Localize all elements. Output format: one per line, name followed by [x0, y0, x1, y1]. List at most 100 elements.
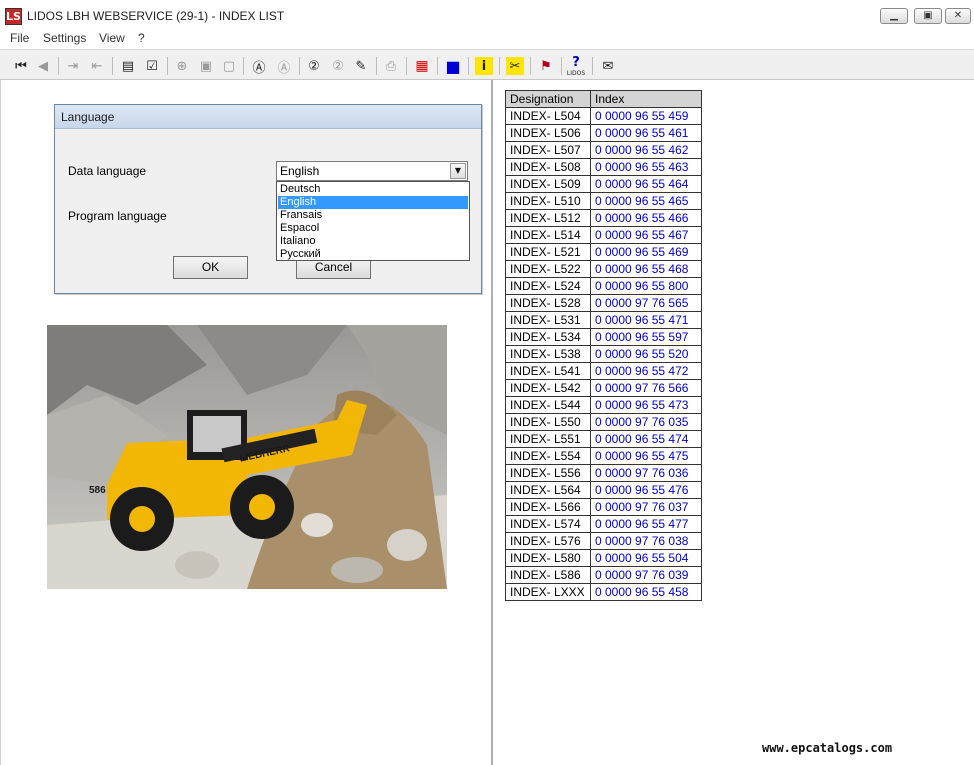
- menu-view[interactable]: View: [99, 31, 125, 45]
- ok-button[interactable]: OK: [173, 256, 248, 279]
- index-link[interactable]: 0 0000 97 76 566: [590, 379, 702, 397]
- find-next-icon[interactable]: Ⓐ: [275, 57, 293, 76]
- table-row[interactable]: INDEX- L522 0 0000 96 55 468: [505, 260, 702, 278]
- menu-settings[interactable]: Settings: [43, 31, 86, 45]
- tools-icon[interactable]: ✂: [506, 57, 524, 75]
- mail-icon[interactable]: ✉: [599, 57, 617, 75]
- index-link[interactable]: 0 0000 96 55 463: [590, 158, 702, 176]
- table-row[interactable]: INDEX- L544 0 0000 96 55 473: [505, 396, 702, 414]
- table-row[interactable]: INDEX- L512 0 0000 96 55 466: [505, 209, 702, 227]
- table-row[interactable]: INDEX- L541 0 0000 96 55 472: [505, 362, 702, 380]
- table-row[interactable]: INDEX- L521 0 0000 96 55 469: [505, 243, 702, 261]
- table-row[interactable]: INDEX- L550 0 0000 97 76 035: [505, 413, 702, 431]
- designation-cell: INDEX- L509: [505, 175, 591, 193]
- export-icon[interactable]: ⇥: [64, 57, 82, 75]
- column-header-designation: Designation: [505, 90, 591, 108]
- index-link[interactable]: 0 0000 96 55 471: [590, 311, 702, 329]
- first-page-icon[interactable]: ⏮: [12, 57, 30, 75]
- language-option-russian[interactable]: Русский: [278, 248, 468, 261]
- table-row[interactable]: INDEX- L566 0 0000 97 76 037: [505, 498, 702, 516]
- index-link[interactable]: 0 0000 96 55 461: [590, 124, 702, 142]
- index-link[interactable]: 0 0000 97 76 565: [590, 294, 702, 312]
- table-row[interactable]: INDEX- LXXX 0 0000 96 55 458: [505, 583, 702, 601]
- grid-icon[interactable]: ▦: [413, 57, 431, 75]
- maximize-button[interactable]: ▣: [914, 8, 942, 24]
- table-row[interactable]: INDEX- L542 0 0000 97 76 566: [505, 379, 702, 397]
- cart-icon[interactable]: ▤: [119, 57, 137, 75]
- goto-alt-icon[interactable]: ②: [329, 57, 347, 75]
- index-link[interactable]: 0 0000 96 55 474: [590, 430, 702, 448]
- index-link[interactable]: 0 0000 96 55 466: [590, 209, 702, 227]
- language-option-espacol[interactable]: Espacol: [278, 222, 468, 235]
- index-link[interactable]: 0 0000 96 55 504: [590, 549, 702, 567]
- index-link[interactable]: 0 0000 97 76 036: [590, 464, 702, 482]
- table-row[interactable]: INDEX- L580 0 0000 96 55 504: [505, 549, 702, 567]
- table-row[interactable]: INDEX- L554 0 0000 96 55 475: [505, 447, 702, 465]
- menu-help[interactable]: ?: [138, 31, 145, 45]
- table-row[interactable]: INDEX- L510 0 0000 96 55 465: [505, 192, 702, 210]
- table-row[interactable]: INDEX- L551 0 0000 96 55 474: [505, 430, 702, 448]
- index-link[interactable]: 0 0000 97 76 035: [590, 413, 702, 431]
- find-a-icon[interactable]: Ⓐ: [250, 57, 268, 76]
- index-link[interactable]: 0 0000 96 55 469: [590, 243, 702, 261]
- table-row[interactable]: INDEX- L576 0 0000 97 76 038: [505, 532, 702, 550]
- index-link[interactable]: 0 0000 96 55 472: [590, 362, 702, 380]
- index-link[interactable]: 0 0000 96 55 465: [590, 192, 702, 210]
- table-row[interactable]: INDEX- L508 0 0000 96 55 463: [505, 158, 702, 176]
- table-row[interactable]: INDEX- L538 0 0000 96 55 520: [505, 345, 702, 363]
- table-row[interactable]: INDEX- L556 0 0000 97 76 036: [505, 464, 702, 482]
- index-link[interactable]: 0 0000 96 55 477: [590, 515, 702, 533]
- index-link[interactable]: 0 0000 96 55 476: [590, 481, 702, 499]
- language-option-fransais[interactable]: Fransais: [278, 209, 468, 222]
- index-link[interactable]: 0 0000 96 55 473: [590, 396, 702, 414]
- table-row[interactable]: INDEX- L507 0 0000 96 55 462: [505, 141, 702, 159]
- minimize-button[interactable]: ▁: [880, 8, 908, 24]
- table-row[interactable]: INDEX- L531 0 0000 96 55 471: [505, 311, 702, 329]
- index-link[interactable]: 0 0000 97 76 039: [590, 566, 702, 584]
- language-option-deutsch[interactable]: Deutsch: [278, 183, 468, 196]
- language-option-italiano[interactable]: Italiano: [278, 235, 468, 248]
- table-row[interactable]: INDEX- L534 0 0000 96 55 597: [505, 328, 702, 346]
- zoom-in-icon[interactable]: ⊕: [173, 57, 191, 75]
- index-link[interactable]: 0 0000 96 55 459: [590, 107, 702, 125]
- menu-file[interactable]: File: [10, 31, 29, 45]
- index-link[interactable]: 0 0000 96 55 468: [590, 260, 702, 278]
- checklist-icon[interactable]: ☑: [143, 57, 161, 75]
- index-link[interactable]: 0 0000 97 76 038: [590, 532, 702, 550]
- fit-page-icon[interactable]: ▣: [197, 57, 215, 75]
- table-row[interactable]: INDEX- L524 0 0000 96 55 800: [505, 277, 702, 295]
- table-row[interactable]: INDEX- L564 0 0000 96 55 476: [505, 481, 702, 499]
- table-row[interactable]: INDEX- L506 0 0000 96 55 461: [505, 124, 702, 142]
- index-link[interactable]: 0 0000 96 55 462: [590, 141, 702, 159]
- previous-page-icon[interactable]: ◀: [34, 57, 52, 75]
- blue-square-icon[interactable]: ■: [444, 57, 462, 76]
- chevron-down-icon[interactable]: ▼: [450, 163, 466, 179]
- edit-icon[interactable]: ✎: [352, 57, 370, 75]
- table-row[interactable]: INDEX- L504 0 0000 96 55 459: [505, 107, 702, 125]
- print-icon[interactable]: ⎙: [382, 57, 400, 75]
- table-row[interactable]: INDEX- L586 0 0000 97 76 039: [505, 566, 702, 584]
- page-icon[interactable]: ▢: [220, 57, 238, 75]
- close-button[interactable]: ✕: [945, 8, 971, 24]
- data-language-select[interactable]: English ▼: [276, 161, 468, 181]
- info-icon[interactable]: i: [475, 57, 493, 75]
- import-icon[interactable]: ⇤: [88, 57, 106, 75]
- index-link[interactable]: 0 0000 96 55 475: [590, 447, 702, 465]
- designation-cell: INDEX- L534: [505, 328, 591, 346]
- index-link[interactable]: 0 0000 96 55 458: [590, 583, 702, 601]
- index-link[interactable]: 0 0000 96 55 464: [590, 175, 702, 193]
- index-link[interactable]: 0 0000 96 55 800: [590, 277, 702, 295]
- goto-2-icon[interactable]: ②: [305, 57, 323, 75]
- flag-icon[interactable]: ⚑: [537, 57, 555, 75]
- column-header-index: Index: [590, 90, 702, 108]
- table-row[interactable]: INDEX- L514 0 0000 96 55 467: [505, 226, 702, 244]
- language-option-english[interactable]: English: [278, 196, 468, 209]
- lidos-help-icon[interactable]: ? LIDOS: [567, 53, 585, 79]
- index-link[interactable]: 0 0000 97 76 037: [590, 498, 702, 516]
- table-row[interactable]: INDEX- L574 0 0000 96 55 477: [505, 515, 702, 533]
- table-row[interactable]: INDEX- L509 0 0000 96 55 464: [505, 175, 702, 193]
- table-row[interactable]: INDEX- L528 0 0000 97 76 565: [505, 294, 702, 312]
- index-link[interactable]: 0 0000 96 55 597: [590, 328, 702, 346]
- index-link[interactable]: 0 0000 96 55 467: [590, 226, 702, 244]
- index-link[interactable]: 0 0000 96 55 520: [590, 345, 702, 363]
